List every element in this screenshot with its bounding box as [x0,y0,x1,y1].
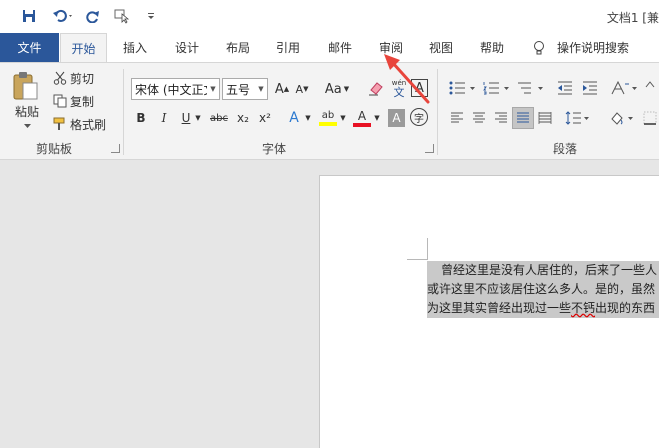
font-color-button[interactable]: A [351,107,373,129]
enclose-characters-button[interactable]: 字 [410,108,428,126]
align-center-icon[interactable] [470,109,488,127]
customize-qat-icon[interactable] [145,6,157,26]
scissors-icon [52,69,68,87]
font-color-dropdown-icon[interactable]: ▼ [373,109,381,127]
cut-button[interactable]: 剪切 [70,69,100,87]
paragraph-line: 曾经这里是没有人居住的，后来了一些人 [427,261,659,280]
font-group-label: 字体 [262,142,287,156]
highlight-color-swatch [319,122,337,126]
text-effects-dropdown-icon[interactable]: ▼ [304,109,312,127]
paragraph-line: 为这里其实曾经出现过一些不钙出现的东西 [427,299,659,318]
bullets-icon[interactable] [448,78,478,98]
line-text: 出现的东西 [595,301,656,315]
document-area: 曾经这里是没有人居住的，后来了一些人 或许这里不应该居住这么多人。是的，虽然 为… [0,161,659,448]
chevron-down-icon[interactable]: ▼ [255,79,267,99]
highlight-dropdown-icon[interactable]: ▼ [339,109,347,127]
font-size-combo[interactable]: 五号 ▼ [222,78,268,100]
decrease-indent-icon[interactable] [555,78,575,98]
line-text: 为这里其实曾经出现过一些 [427,301,572,315]
title-bar: 文档1 [兼 [0,0,659,33]
chinese-layout-icon[interactable] [610,78,640,98]
save-icon[interactable] [18,6,40,26]
char-shading-button[interactable]: A [388,109,405,127]
font-launcher-icon[interactable] [425,144,434,153]
paste-dropdown-icon[interactable] [20,121,34,131]
format-painter-button[interactable]: 格式刷 [70,115,112,133]
sort-icon[interactable] [644,78,659,98]
superscript-button[interactable]: x² [256,109,274,127]
page-corner-mark [427,238,428,260]
justify-icon[interactable] [512,107,534,129]
paragraph-line: 或许这里不应该居住这么多人。是的，虽然 [427,280,659,299]
redo-icon[interactable] [84,6,102,26]
change-case-button[interactable]: Aa ▼ [322,79,352,99]
align-right-icon[interactable] [492,109,510,127]
underline-dropdown-icon[interactable]: ▼ [193,109,203,127]
text-effects-button[interactable]: A [284,108,304,128]
change-case-label: Aa [324,81,342,97]
tab-home[interactable]: 开始 [60,33,107,62]
font-size-value: 五号 [226,82,251,97]
multilevel-list-icon[interactable] [516,78,546,98]
word-window: 文档1 [兼 文件 开始 插入 设计 布局 引用 邮件 审阅 视图 帮助 操作说… [0,0,659,448]
shrink-font-button[interactable]: A ▼ [294,79,310,99]
highlight-label: ab [321,110,335,121]
ribbon-tabs: 文件 开始 插入 设计 布局 引用 邮件 审阅 视图 帮助 操作说明搜索 [0,33,659,62]
subscript-button[interactable]: x₂ [234,109,252,127]
font-color-swatch [353,122,371,127]
numbering-icon[interactable] [482,78,512,98]
tab-references[interactable]: 引用 [267,33,309,62]
spelling-error: 不钙 [571,301,596,315]
shading-icon[interactable] [608,109,636,127]
baidu-watermark-logo: Bai 经验 [519,399,641,432]
font-color-label: A [357,108,367,123]
chevron-down-icon[interactable]: ▼ [207,79,219,99]
tab-layout[interactable]: 布局 [217,33,259,62]
borders-icon[interactable] [640,109,659,127]
document-title: 文档1 [兼 [606,11,659,25]
tab-help[interactable]: 帮助 [471,33,513,62]
clipboard-launcher-icon[interactable] [111,144,120,153]
format-painter-icon [52,115,68,133]
highlight-button[interactable]: ab [317,107,339,129]
tab-file[interactable]: 文件 [0,33,59,62]
group-divider [123,69,124,155]
annotation-arrow-icon [384,54,430,104]
paste-icon[interactable] [10,71,40,101]
tab-design[interactable]: 设计 [166,33,208,62]
tab-mailings[interactable]: 邮件 [319,33,361,62]
grow-font-button[interactable]: A ▲ [274,79,290,99]
increase-indent-icon[interactable] [580,78,600,98]
line-spacing-icon[interactable] [564,109,592,127]
align-left-icon[interactable] [448,109,466,127]
bold-button[interactable]: B [134,109,148,127]
strikethrough-button[interactable]: abc [208,109,230,127]
touch-mode-icon[interactable] [112,6,132,26]
page-corner-mark [407,259,428,260]
ribbon-home: 粘贴 剪切 复制 格式刷 剪贴板 宋体 (中文正文 ▼ 五号 ▼ A ▲ A ▼ A… [0,62,659,160]
font-name-value: 宋体 (中文正文 [135,82,216,97]
distributed-icon[interactable] [536,109,554,127]
tab-insert[interactable]: 插入 [114,33,156,62]
italic-button[interactable]: I [157,109,171,127]
selected-paragraph[interactable]: 曾经这里是没有人居住的，后来了一些人 或许这里不应该居住这么多人。是的，虽然 为… [427,261,659,318]
clipboard-group-label: 剪贴板 [36,142,73,156]
paste-button[interactable]: 粘贴 [10,103,44,119]
copy-icon [52,92,68,110]
undo-icon[interactable] [50,6,76,26]
copy-button[interactable]: 复制 [70,92,100,110]
lightbulb-icon[interactable] [530,33,548,62]
shrink-font-label: A [295,82,304,96]
grow-font-label: A [274,81,284,97]
baidu-watermark-url: jingyan.baidu.com [546,434,639,445]
font-name-combo[interactable]: 宋体 (中文正文 ▼ [131,78,220,100]
underline-button[interactable]: U [179,109,193,127]
tell-me-search[interactable]: 操作说明搜索 [557,33,637,62]
paragraph-group-label: 段落 [553,142,578,156]
